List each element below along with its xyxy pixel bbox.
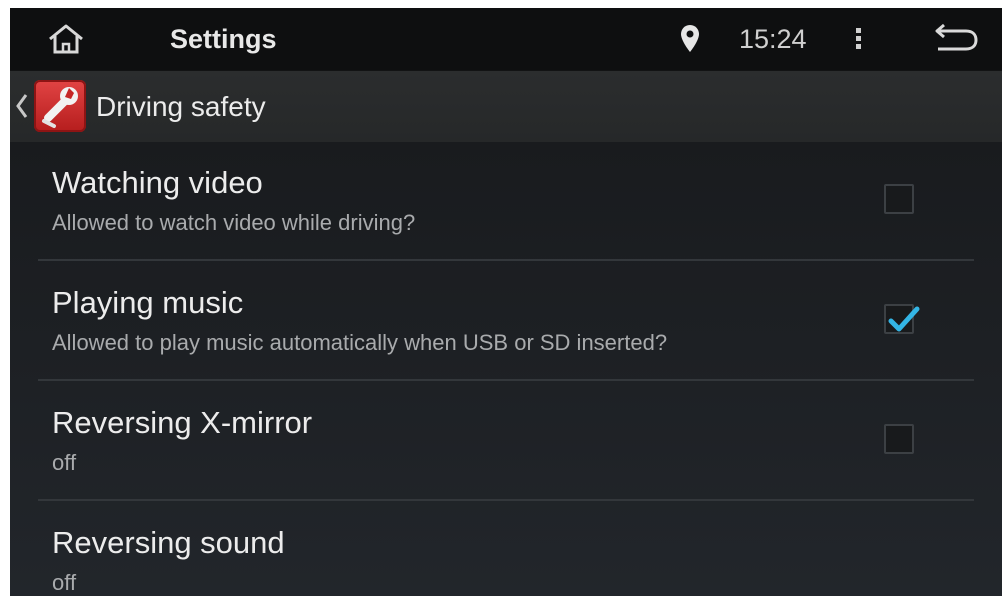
checkmark-icon [888,306,920,332]
setting-subtitle: off [52,570,77,595]
back-arrow-icon[interactable] [932,22,982,56]
location-pin-icon [678,22,702,56]
home-icon[interactable] [44,22,88,56]
wrench-settings-icon [34,80,86,132]
divider [38,259,974,261]
setting-subtitle: Allowed to watch video while driving? [52,210,416,235]
app-title: Settings [170,24,277,54]
setting-title: Reversing sound [52,525,285,560]
reversing-x-mirror-checkbox[interactable] [884,424,914,454]
divider [38,379,974,381]
playing-music-checkbox[interactable] [884,304,920,334]
action-bar[interactable]: Driving safety [10,70,1002,143]
screen: Settings 15:24 Driving safety Watching v… [10,8,1002,596]
status-bar: Settings 15:24 [10,8,1002,70]
setting-subtitle: Allowed to play music automatically when… [52,330,668,355]
setting-title: Reversing X-mirror [52,405,313,440]
divider [38,499,974,501]
settings-list: Watching video Allowed to watch video wh… [10,142,1002,596]
setting-reversing-sound[interactable]: Reversing sound off [38,502,974,596]
setting-reversing-x-mirror[interactable]: Reversing X-mirror off [38,382,974,501]
setting-playing-music[interactable]: Playing music Allowed to play music auto… [38,262,974,381]
setting-title: Watching video [52,165,263,200]
page-title: Driving safety [96,91,266,122]
overflow-menu-icon[interactable] [848,22,868,56]
chevron-left-icon[interactable] [14,91,30,121]
setting-subtitle: off [52,450,77,475]
watching-video-checkbox[interactable] [884,184,914,214]
setting-title: Playing music [52,285,244,320]
setting-watching-video[interactable]: Watching video Allowed to watch video wh… [38,142,974,261]
clock: 15:24 [739,24,807,54]
